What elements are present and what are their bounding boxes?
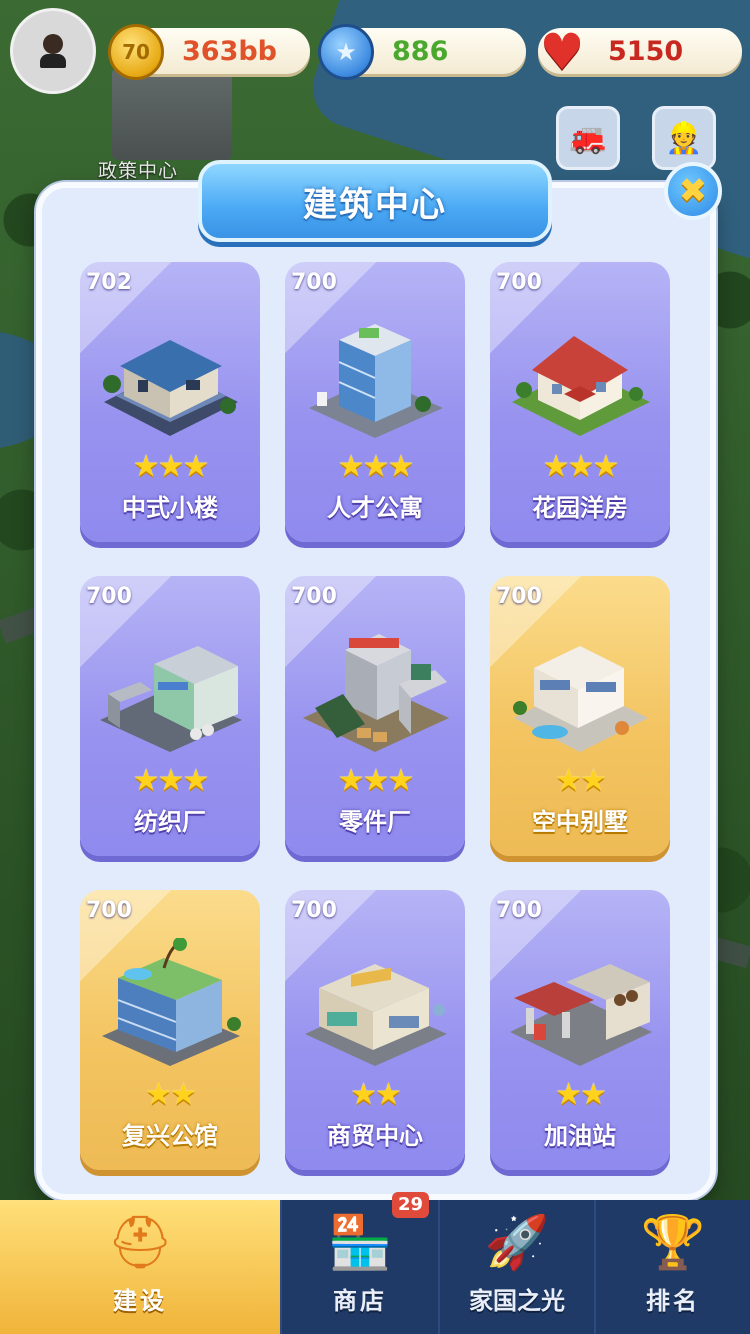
avatar-face-icon <box>40 34 66 68</box>
dialog-title: 建筑中心 <box>303 184 447 225</box>
building-name: 人才公寓 <box>327 494 423 522</box>
chinese-style-house-icon <box>103 340 238 436</box>
star-rating: ★★★ <box>132 763 210 798</box>
star-coin-icon: ★ <box>318 24 374 80</box>
player-avatar[interactable] <box>10 8 96 94</box>
card-level: 700 <box>86 584 132 609</box>
bottom-nav: ⛑ 建设 29 🏪 商店 🚀 家国之光 🏆 排名 <box>0 1192 750 1334</box>
card-level: 700 <box>86 898 132 923</box>
policy-center-label: 政策中心 <box>98 160 179 182</box>
star-rating: ★★★ <box>132 449 210 484</box>
building-card[interactable]: 700 ★★★ 花园洋房 <box>490 262 670 542</box>
nav-tab-build[interactable]: ⛑ 建设 <box>0 1200 280 1334</box>
building-name: 纺织厂 <box>134 808 206 836</box>
sky-villa-icon <box>513 646 648 752</box>
card-level: 700 <box>291 584 337 609</box>
building-name: 中式小楼 <box>122 494 218 522</box>
nav-label: 家国之光 <box>469 1287 565 1315</box>
garden-villa-icon <box>512 336 650 436</box>
building-card[interactable]: 700 ★★★ 零件厂 <box>285 576 465 856</box>
nav-tab-shop[interactable]: 29 🏪 商店 <box>280 1192 438 1334</box>
building-card[interactable]: 700 ★★★ 纺织厂 <box>80 576 260 856</box>
hard-hat-icon: ⛑ <box>106 1213 173 1273</box>
building-card[interactable]: 700 ★★★ 人才公寓 <box>285 262 465 542</box>
heart-counter[interactable]: ♥ 5150 <box>538 27 742 77</box>
card-level: 700 <box>291 270 337 295</box>
ranking-icon: 🏆 <box>640 1213 706 1273</box>
card-level: 702 <box>86 270 132 295</box>
star-rating: ★★ <box>555 1077 607 1112</box>
card-level: 700 <box>291 898 337 923</box>
parts-factory-icon <box>303 634 449 752</box>
card-level: 700 <box>496 584 542 609</box>
coin-icon: 70 <box>108 24 164 80</box>
event-shortcut-button[interactable]: 🚒 <box>556 106 620 170</box>
building-name: 空中别墅 <box>532 808 628 836</box>
revival-mansion-icon <box>102 938 241 1066</box>
star-counter[interactable]: ★ 886 <box>318 24 526 80</box>
nav-label: 商店 <box>333 1287 387 1315</box>
gas-station-icon <box>510 964 652 1066</box>
building-card[interactable]: 702 ★★★ 中式小楼 <box>80 262 260 542</box>
close-button[interactable]: ✖ <box>664 162 722 220</box>
nav-tab-ranking[interactable]: 🏆 排名 <box>594 1200 750 1334</box>
building-name: 商贸中心 <box>327 1122 423 1150</box>
building-name: 花园洋房 <box>532 494 628 522</box>
building-card[interactable]: 700 ★★ 复兴公馆 <box>80 890 260 1170</box>
shop-icon: 🏪 <box>327 1213 393 1273</box>
building-name: 加油站 <box>544 1122 616 1150</box>
policy-center-building[interactable] <box>112 68 232 160</box>
building-name: 零件厂 <box>339 808 411 836</box>
card-level: 700 <box>496 898 542 923</box>
building-card[interactable]: 700 ★★ 商贸中心 <box>285 890 465 1170</box>
notification-badge: 29 <box>392 1192 430 1218</box>
star-rating: ★★ <box>350 1077 402 1112</box>
star-rating: ★★★ <box>337 449 415 484</box>
textile-factory-icon <box>100 646 242 752</box>
nav-label: 排名 <box>646 1287 700 1315</box>
close-icon: ✖ <box>678 171 708 211</box>
firefighter-icon: 🚒 <box>569 120 607 156</box>
talent-apartment-icon <box>309 324 443 438</box>
building-name: 复兴公馆 <box>122 1122 218 1150</box>
building-card[interactable]: 700 ★★ 空中别墅 <box>490 576 670 856</box>
star-rating: ★★ <box>555 763 607 798</box>
star-rating: ★★ <box>145 1077 197 1112</box>
dialog-title-tab: 建筑中心 <box>198 160 552 242</box>
citizen-shortcut-button[interactable]: 👷 <box>652 106 716 170</box>
trade-center-icon <box>305 964 447 1066</box>
rocket-icon: 🚀 <box>484 1213 550 1273</box>
star-rating: ★★★ <box>542 449 620 484</box>
nav-label: 建设 <box>113 1287 167 1315</box>
nav-tab-national-glory[interactable]: 🚀 家国之光 <box>438 1200 594 1334</box>
star-rating: ★★★ <box>337 763 415 798</box>
coin-counter[interactable]: 70 363bb <box>108 24 310 80</box>
card-level: 700 <box>496 270 542 295</box>
building-card[interactable]: 700 ★★ 加油站 <box>490 890 670 1170</box>
heart-icon: ♥ <box>539 23 585 81</box>
worker-icon: 👷 <box>665 120 703 156</box>
